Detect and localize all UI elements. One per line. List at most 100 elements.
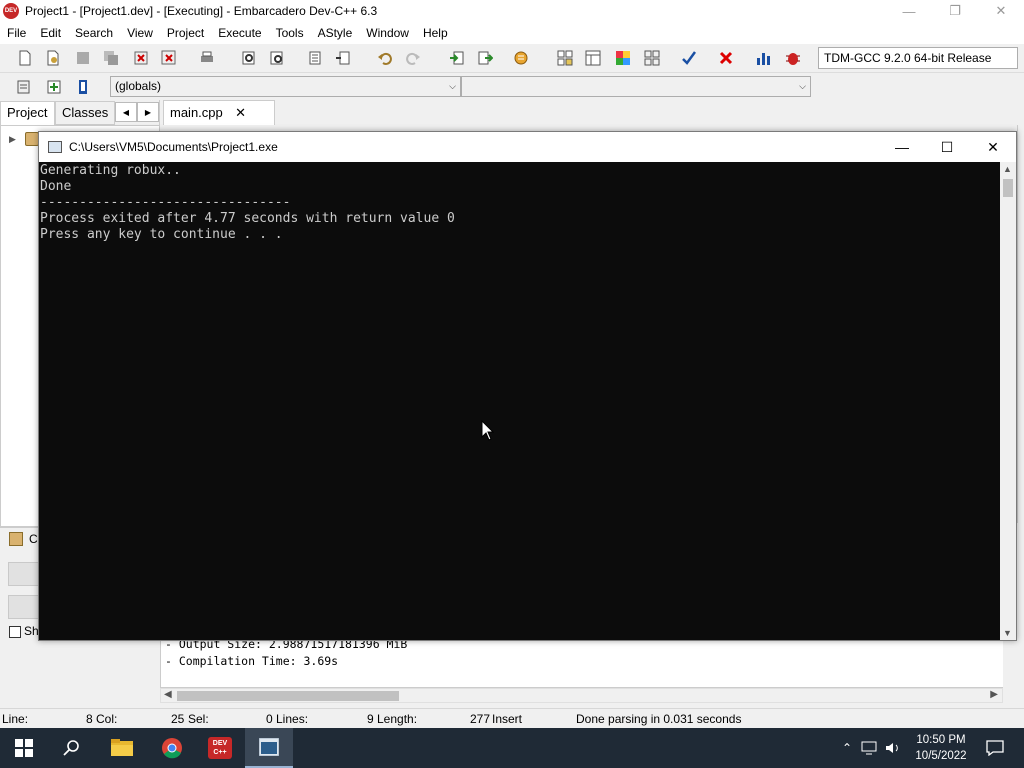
- log-vertical-scrollbar[interactable]: [1003, 640, 1018, 688]
- menu-project[interactable]: Project: [160, 22, 211, 44]
- profile-chart-icon[interactable]: [754, 49, 772, 67]
- scroll-right-icon[interactable]: ▶: [990, 689, 998, 700]
- window-layout-icon[interactable]: [584, 49, 602, 67]
- status-length-value: 277: [470, 712, 491, 726]
- tab-scroll-right-icon[interactable]: ▶: [137, 102, 159, 122]
- rebuild-button[interactable]: [8, 595, 40, 619]
- menu-tools[interactable]: Tools: [269, 22, 311, 44]
- menu-execute[interactable]: Execute: [211, 22, 268, 44]
- open-file-icon[interactable]: [44, 49, 62, 67]
- status-sel-label: Sel:: [188, 712, 209, 726]
- notifications-button[interactable]: [980, 728, 1010, 768]
- new-file-icon[interactable]: [16, 49, 34, 67]
- close-file-icon[interactable]: [132, 49, 150, 67]
- editor-tab-main-cpp[interactable]: main.cpp ✕: [163, 100, 275, 125]
- compile-icon[interactable]: [448, 49, 466, 67]
- menu-astyle[interactable]: AStyle: [311, 22, 360, 44]
- debug-bug-icon[interactable]: [784, 49, 802, 67]
- tab-project[interactable]: Project: [0, 101, 55, 125]
- print-icon[interactable]: [198, 49, 216, 67]
- find-icon[interactable]: [240, 49, 258, 67]
- menu-help[interactable]: Help: [416, 22, 455, 44]
- volume-icon[interactable]: [885, 741, 901, 755]
- ide-title-bar: DEV Project1 - [Project1.dev] - [Executi…: [0, 0, 1024, 22]
- menu-file[interactable]: File: [0, 22, 33, 44]
- editor-tab-label: main.cpp: [170, 105, 223, 120]
- status-bar: Line: 8 Col: 25 Sel: 0 Lines: 9 Length: …: [0, 708, 1024, 728]
- scroll-up-icon[interactable]: ▲: [1003, 164, 1012, 174]
- chrome-button[interactable]: [148, 728, 196, 768]
- network-icon[interactable]: [861, 741, 879, 755]
- menu-edit[interactable]: Edit: [33, 22, 68, 44]
- console-taskbar-button[interactable]: [245, 728, 293, 768]
- console-title: C:\Users\VM5\Documents\Project1.exe: [69, 140, 278, 154]
- file-explorer-button[interactable]: [98, 728, 146, 768]
- replace-icon[interactable]: [268, 49, 286, 67]
- status-message: Done parsing in 0.031 seconds: [576, 712, 742, 726]
- console-app-icon: [48, 141, 62, 153]
- bottom-tab-label[interactable]: C: [29, 532, 38, 546]
- menu-view[interactable]: View: [120, 22, 160, 44]
- start-button[interactable]: [0, 728, 48, 768]
- log-horizontal-scrollbar[interactable]: ◀ ▶: [160, 688, 1003, 703]
- member-combobox[interactable]: ⌵: [461, 76, 811, 97]
- unindent-icon[interactable]: [334, 49, 352, 67]
- project-node-icon[interactable]: [25, 132, 39, 146]
- console-maximize-button[interactable]: ☐: [924, 132, 970, 162]
- console-scroll-thumb[interactable]: [1003, 179, 1013, 197]
- indent-icon[interactable]: [306, 49, 324, 67]
- project-options-icon[interactable]: [556, 49, 574, 67]
- console-window[interactable]: C:\Users\VM5\Documents\Project1.exe — ☐ …: [38, 131, 1017, 641]
- compiler-tab-icon[interactable]: [9, 532, 23, 546]
- minimize-button[interactable]: —: [886, 0, 932, 22]
- undo-icon[interactable]: [376, 49, 394, 67]
- run-icon[interactable]: [476, 49, 494, 67]
- console-output[interactable]: Generating robux.. Done ------------------…: [39, 162, 1000, 640]
- console-minimize-button[interactable]: —: [879, 132, 925, 162]
- scroll-thumb[interactable]: [177, 691, 399, 701]
- tile-windows-icon[interactable]: [643, 49, 661, 67]
- close-tab-icon[interactable]: ✕: [235, 101, 246, 124]
- taskbar-clock[interactable]: 10:50 PM 10/5/2022: [906, 732, 976, 764]
- search-icon: [63, 740, 79, 756]
- scroll-down-icon[interactable]: ▼: [1003, 628, 1012, 638]
- save-icon[interactable]: [74, 49, 92, 67]
- console-line: Generating robux..: [40, 163, 181, 178]
- devcpp-taskbar-button[interactable]: DEV C++: [196, 728, 244, 768]
- restore-button[interactable]: ❐: [932, 0, 978, 22]
- tree-expand-icon[interactable]: ▶: [9, 134, 16, 145]
- menu-window[interactable]: Window: [359, 22, 416, 44]
- console-close-button[interactable]: ✕: [970, 132, 1016, 162]
- mouse-cursor-icon: [481, 420, 495, 441]
- console-title-bar[interactable]: C:\Users\VM5\Documents\Project1.exe — ☐ …: [39, 132, 1016, 162]
- log-line: - Compilation Time: 3.69s: [165, 654, 339, 668]
- abort-compilation-button[interactable]: [8, 562, 40, 586]
- compile-run-icon[interactable]: [512, 49, 530, 67]
- redo-icon[interactable]: [404, 49, 422, 67]
- add-to-project-icon[interactable]: [45, 78, 63, 96]
- tab-scroll-left-icon[interactable]: ◀: [115, 102, 137, 122]
- console-line: Press any key to continue . . .: [40, 227, 283, 242]
- stop-execution-icon[interactable]: [717, 49, 735, 67]
- close-button[interactable]: ✕: [978, 0, 1024, 22]
- search-button[interactable]: [48, 728, 96, 768]
- compiler-select[interactable]: TDM-GCC 9.2.0 64-bit Release: [818, 47, 1018, 69]
- color-grid-icon[interactable]: [614, 49, 632, 67]
- menu-search[interactable]: Search: [68, 22, 120, 44]
- devcpp-taskbar-icon: DEV C++: [208, 737, 232, 759]
- tab-classes[interactable]: Classes: [55, 101, 115, 125]
- bookmark-icon[interactable]: [74, 78, 92, 96]
- console-line: Process exited after 4.77 seconds with r…: [40, 211, 455, 226]
- console-app-icon: [259, 738, 279, 756]
- system-tray: ⌃: [838, 728, 901, 768]
- save-all-icon[interactable]: [102, 49, 120, 67]
- show-checkbox[interactable]: [9, 626, 21, 638]
- chevron-up-icon[interactable]: ⌃: [838, 741, 856, 755]
- scope-combobox[interactable]: (globals) ⌵: [110, 76, 461, 97]
- class-browser-icon[interactable]: [15, 78, 33, 96]
- console-scrollbar[interactable]: ▲ ▼: [1000, 162, 1016, 640]
- editor-scrollbar[interactable]: [1017, 125, 1024, 523]
- close-all-icon[interactable]: [160, 49, 178, 67]
- check-syntax-icon[interactable]: [680, 49, 698, 67]
- scroll-left-icon[interactable]: ◀: [164, 689, 172, 700]
